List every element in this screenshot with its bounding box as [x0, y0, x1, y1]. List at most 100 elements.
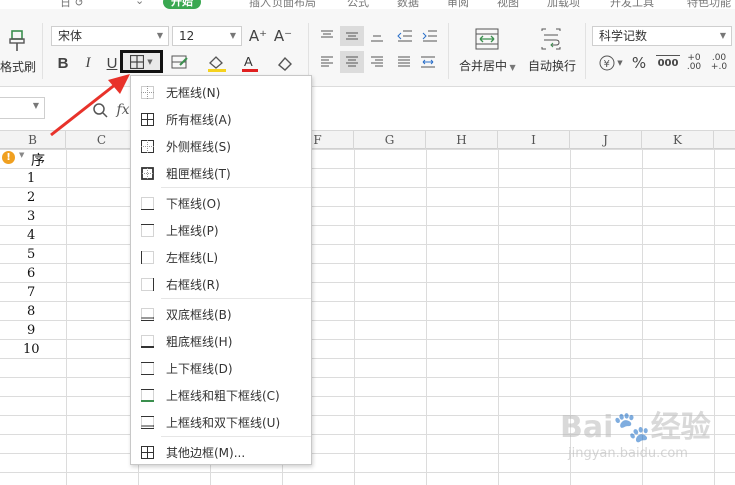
table-row[interactable]: 4	[27, 228, 35, 243]
divider	[308, 23, 309, 79]
table-row[interactable]: 1	[27, 171, 35, 186]
menu-item-label: 上框线和双下框线(U)	[166, 415, 281, 430]
table-row[interactable]: 5	[27, 247, 35, 262]
increase-decimal-button[interactable]: +0.00	[684, 50, 704, 76]
increase-indent-button[interactable]	[420, 29, 440, 43]
menu-item-top-bottom-border[interactable]: 上下框线(D)	[132, 356, 311, 380]
chevron-down-icon: ▼	[719, 31, 726, 40]
table-row[interactable]: 6	[27, 266, 35, 281]
merge-center-label[interactable]: 合并居中 ▼	[459, 57, 516, 74]
tab-page-layout[interactable]: 页面布局	[272, 0, 316, 9]
font-color-button[interactable]: A	[237, 53, 263, 73]
tab-insert[interactable]: 插入	[249, 0, 271, 9]
menu-item-right-border[interactable]: 右框线(R)	[132, 272, 311, 296]
decrease-decimal-icon: .00 +.0	[710, 53, 728, 72]
menu-item-label: 其他边框(M)...	[166, 445, 246, 460]
tab-view[interactable]: 视图	[497, 0, 519, 9]
top-double-bottom-border-icon	[141, 415, 154, 429]
menu-item-thick-box-border[interactable]: 粗匣框线(T)	[132, 161, 311, 185]
bottom-border-icon	[141, 196, 154, 210]
column-header-h[interactable]: H	[426, 131, 498, 149]
tab-file[interactable]: 日 ↺	[60, 0, 84, 9]
align-bottom-button[interactable]	[368, 29, 386, 43]
increase-font-button[interactable]: A⁺	[248, 26, 268, 46]
tab-special[interactable]: 特色功能	[687, 0, 731, 9]
menu-item-label: 所有框线(A)	[166, 112, 232, 127]
decrease-decimal-button[interactable]: .00 +.0	[708, 50, 730, 76]
top-border-icon	[141, 223, 154, 237]
menu-item-top-double-bottom-border[interactable]: 上框线和双下框线(U)	[132, 410, 311, 434]
font-size-select[interactable]: 12 ▼	[172, 26, 242, 46]
menu-item-top-thick-bottom-border[interactable]: 上框线和粗下框线(C)	[132, 383, 311, 407]
currency-button[interactable]: ¥ ▼	[596, 53, 626, 73]
italic-button[interactable]: I	[78, 53, 98, 73]
percent-button[interactable]: %	[630, 53, 648, 73]
bold-button[interactable]: B	[53, 53, 73, 73]
decrease-indent-button[interactable]	[395, 29, 415, 43]
menu-item-no-border[interactable]: 无框线(N)	[132, 80, 311, 104]
tab-arrow[interactable]: ⌄	[135, 0, 144, 7]
svg-text:A: A	[244, 54, 253, 69]
warning-icon[interactable]: !	[2, 151, 15, 164]
all-borders-icon	[130, 54, 145, 69]
increase-font-icon: A⁺	[248, 27, 268, 45]
clear-button[interactable]	[272, 53, 298, 73]
number-format-select[interactable]: 科学记数 ▼	[592, 26, 732, 46]
wrap-text-label[interactable]: 自动换行	[528, 57, 576, 74]
column-header-l[interactable]	[714, 131, 735, 149]
column-header-g[interactable]: G	[354, 131, 426, 149]
fill-color-button[interactable]	[203, 53, 231, 73]
column-header-i[interactable]: I	[498, 131, 570, 149]
menu-item-thick-bottom-border[interactable]: 粗底框线(H)	[132, 329, 311, 353]
merge-center-button[interactable]	[474, 27, 500, 51]
align-right-button[interactable]	[368, 54, 386, 70]
font-name-select[interactable]: 宋体 ▼	[51, 26, 169, 46]
table-row[interactable]: 10	[23, 342, 40, 357]
align-left-button[interactable]	[318, 54, 336, 70]
menu-item-double-bottom-border[interactable]: 双底框线(B)	[132, 302, 311, 326]
distributed-button[interactable]	[418, 54, 438, 70]
align-center-button[interactable]	[340, 51, 364, 73]
format-painter-label: 格式刷	[0, 60, 37, 74]
tab-developer[interactable]: 开发工具	[610, 0, 654, 9]
cell-style-button[interactable]	[166, 53, 194, 73]
more-borders-icon	[141, 445, 154, 459]
thousands-button[interactable]: 000	[656, 55, 680, 71]
menu-item-bottom-border[interactable]: 下框线(O)	[132, 191, 311, 215]
border-button[interactable]: ▼	[120, 50, 163, 73]
table-row[interactable]: 2	[27, 190, 35, 205]
name-box[interactable]: ▼	[0, 97, 45, 119]
chevron-down-icon: ▼	[229, 31, 236, 40]
format-painter-button[interactable]	[6, 29, 28, 53]
chevron-down-icon: ▼	[147, 57, 153, 66]
menu-item-all-borders[interactable]: 所有框线(A)	[132, 107, 311, 131]
menu-item-left-border[interactable]: 左框线(L)	[132, 245, 311, 269]
format-painter-icon	[9, 30, 25, 51]
table-row[interactable]: 8	[27, 304, 35, 319]
column-header-j[interactable]: J	[570, 131, 642, 149]
align-middle-button[interactable]	[340, 26, 364, 46]
menu-item-more-borders[interactable]: 其他边框(M)...	[132, 440, 311, 464]
align-top-button[interactable]	[318, 29, 336, 43]
column-header-k[interactable]: K	[642, 131, 714, 149]
tab-home[interactable]: 开始	[163, 0, 201, 9]
cell-style-icon	[171, 55, 188, 69]
underline-button[interactable]: U	[103, 53, 121, 73]
tab-addins[interactable]: 加载项	[547, 0, 580, 9]
table-row[interactable]: 3	[27, 209, 35, 224]
cell-b-header[interactable]: 序	[31, 150, 45, 170]
tab-data[interactable]: 数据	[397, 0, 419, 9]
menu-item-outside-borders[interactable]: 外侧框线(S)	[132, 134, 311, 158]
chevron-down-icon: ▼	[32, 101, 39, 110]
wrap-text-button[interactable]	[539, 27, 563, 51]
divider	[585, 23, 586, 79]
font-color-icon: A	[242, 54, 258, 72]
table-row[interactable]: 7	[27, 285, 35, 300]
decrease-font-button[interactable]: A⁻	[273, 26, 293, 46]
tab-formulas[interactable]: 公式	[347, 0, 369, 9]
justify-button[interactable]	[395, 54, 413, 70]
tab-review[interactable]: 审阅	[447, 0, 469, 9]
table-row[interactable]: 9	[27, 323, 35, 338]
menu-item-top-border[interactable]: 上框线(P)	[132, 218, 311, 242]
chevron-down-icon[interactable]: ▼	[19, 151, 24, 159]
